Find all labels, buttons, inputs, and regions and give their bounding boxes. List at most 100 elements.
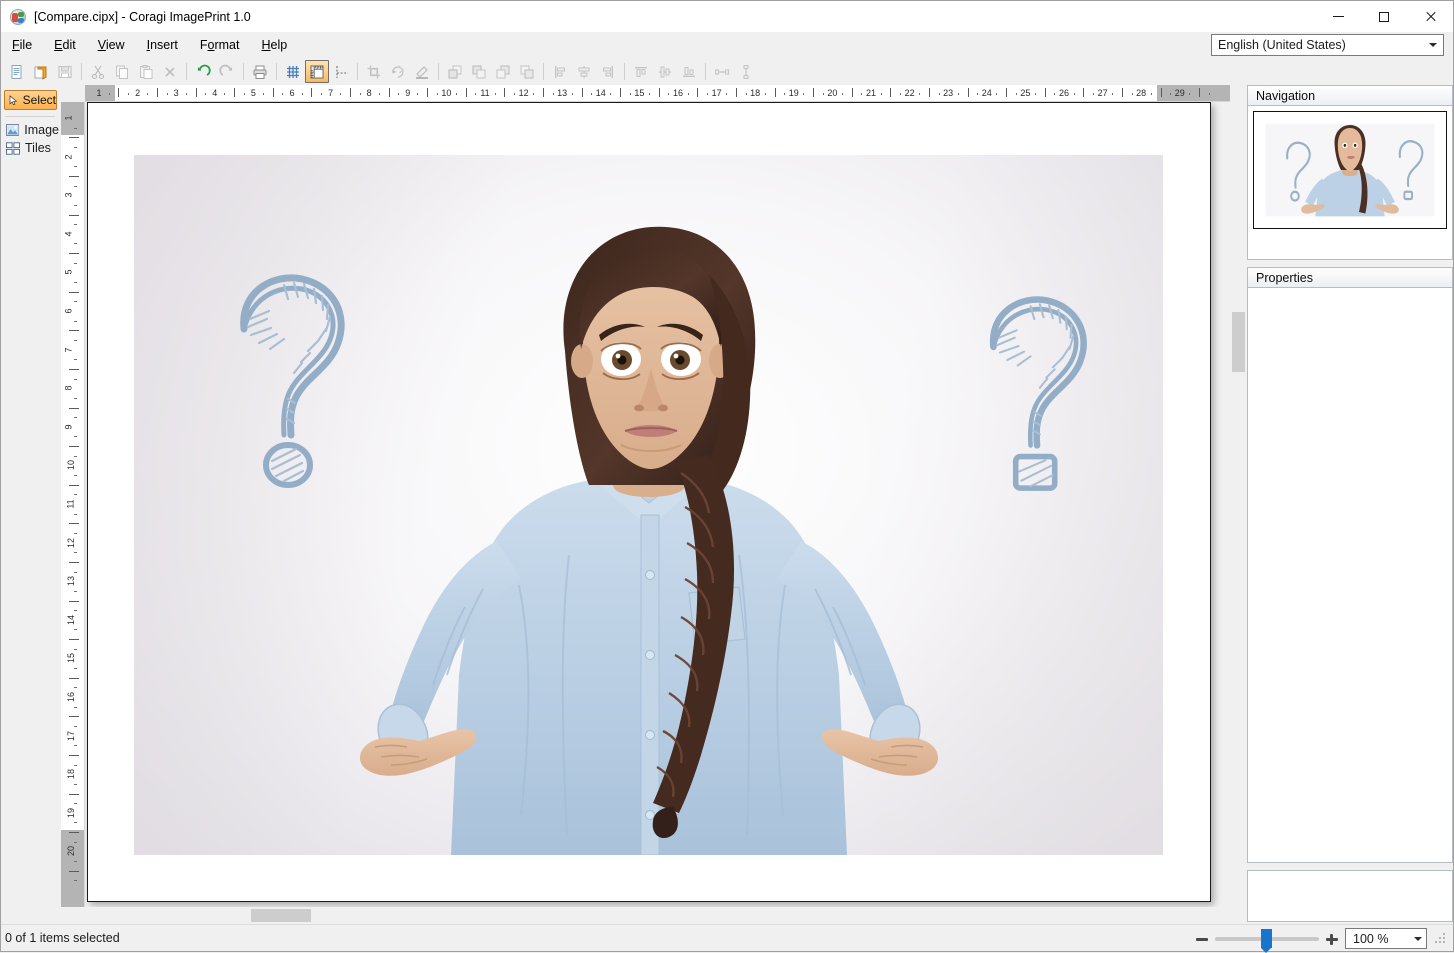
menu-bar: File Edit View Insert Format Help Englis… bbox=[1, 32, 1453, 58]
navigation-panel: Navigation bbox=[1247, 85, 1453, 260]
align-bottom-button[interactable] bbox=[677, 60, 701, 83]
align-center-button[interactable] bbox=[572, 60, 596, 83]
ruler-label: 14 bbox=[595, 88, 606, 98]
undo-button[interactable] bbox=[191, 60, 215, 83]
resize-grip[interactable] bbox=[1435, 932, 1447, 945]
ruler-label: 1 bbox=[63, 115, 74, 121]
tool-tiles[interactable]: Tiles bbox=[1, 139, 61, 157]
crop-button[interactable] bbox=[362, 60, 386, 83]
ruler-subtick bbox=[74, 571, 77, 573]
save-button[interactable] bbox=[53, 60, 77, 83]
ruler-subtick bbox=[706, 93, 708, 95]
menu-edit[interactable]: Edit bbox=[43, 35, 87, 55]
bring-forward-button[interactable] bbox=[467, 60, 491, 83]
show-rulers-button[interactable] bbox=[305, 60, 329, 83]
print-button[interactable] bbox=[248, 60, 272, 83]
ruler-label: 3 bbox=[173, 88, 179, 98]
ruler-tick bbox=[851, 88, 853, 97]
ruler-label: 5 bbox=[63, 269, 74, 275]
zoom-level-select[interactable]: 100 % bbox=[1345, 928, 1427, 949]
ruler-label: 8 bbox=[63, 385, 74, 391]
distribute-horizontal-button[interactable] bbox=[710, 60, 734, 83]
paste-button[interactable] bbox=[134, 60, 158, 83]
send-backward-button[interactable] bbox=[491, 60, 515, 83]
ruler-tick bbox=[349, 88, 351, 97]
menu-help[interactable]: Help bbox=[250, 35, 298, 55]
ruler-tick bbox=[195, 88, 197, 97]
menu-file-label-rest: ile bbox=[19, 38, 33, 52]
properties-panel-body[interactable] bbox=[1247, 287, 1453, 863]
align-left-button[interactable] bbox=[548, 60, 572, 83]
ruler-label: 2 bbox=[63, 154, 74, 160]
effects-button[interactable] bbox=[410, 60, 434, 83]
ruler-subtick bbox=[74, 397, 77, 399]
ruler-tick bbox=[427, 88, 429, 97]
ruler-subtick bbox=[957, 93, 959, 95]
new-document-button[interactable] bbox=[5, 60, 29, 83]
ruler-label: 8 bbox=[366, 88, 372, 98]
horizontal-ruler[interactable]: 1 2 3 4 5 6 7 8 9 10 11 12 13 14 15 16 17 18 19 20 21 22 23 24 2… bbox=[85, 85, 1230, 102]
navigation-thumbnail[interactable] bbox=[1253, 111, 1447, 229]
menu-insert[interactable]: Insert bbox=[136, 35, 189, 55]
horizontal-scrollbar-thumb[interactable] bbox=[251, 909, 311, 922]
horizontal-ruler-row: 1 2 3 4 5 6 7 8 9 10 11 12 13 14 15 16 17 18 19 20 21 22 23 24 2… bbox=[61, 85, 1247, 102]
show-guides-button[interactable] bbox=[329, 60, 353, 83]
align-middle-button[interactable] bbox=[653, 60, 677, 83]
zoom-level-value: 100 % bbox=[1353, 931, 1389, 946]
properties-panel-title: Properties bbox=[1247, 267, 1453, 287]
distribute-vertical-button[interactable] bbox=[734, 60, 758, 83]
properties-panel-footer[interactable] bbox=[1247, 870, 1453, 922]
zoom-slider-handle[interactable] bbox=[1261, 928, 1272, 953]
zoom-slider[interactable] bbox=[1215, 928, 1319, 953]
menu-format[interactable]: Format bbox=[189, 35, 251, 55]
cut-button[interactable] bbox=[86, 60, 110, 83]
minimize-button[interactable] bbox=[1315, 1, 1361, 32]
image-object[interactable] bbox=[134, 155, 1163, 855]
navigation-panel-body[interactable] bbox=[1247, 105, 1453, 260]
tool-image[interactable]: Image bbox=[1, 121, 61, 139]
zoom-out-icon[interactable] bbox=[1195, 932, 1209, 946]
redo-button[interactable] bbox=[215, 60, 239, 83]
align-right-button[interactable] bbox=[596, 60, 620, 83]
bring-to-front-button[interactable] bbox=[443, 60, 467, 83]
copy-button[interactable] bbox=[110, 60, 134, 83]
ruler-tick bbox=[69, 407, 79, 409]
show-grid-button[interactable] bbox=[281, 60, 305, 83]
send-to-back-button[interactable] bbox=[515, 60, 539, 83]
zoom-in-icon[interactable] bbox=[1325, 932, 1339, 946]
select-tool-button[interactable]: Select bbox=[4, 90, 57, 110]
ruler-subtick bbox=[629, 93, 631, 95]
menu-view[interactable]: View bbox=[87, 35, 136, 55]
menu-file[interactable]: File bbox=[1, 35, 43, 55]
ruler-label: 7 bbox=[63, 347, 74, 353]
ruler-subtick bbox=[74, 513, 77, 515]
toolbar-separator bbox=[438, 63, 439, 80]
maximize-button[interactable] bbox=[1361, 1, 1407, 32]
horizontal-scrollbar[interactable] bbox=[61, 907, 1247, 924]
ruler-subtick bbox=[436, 93, 438, 95]
ruler-subtick bbox=[899, 93, 901, 95]
language-select[interactable]: English (United States) bbox=[1211, 34, 1444, 56]
delete-button[interactable] bbox=[158, 60, 182, 83]
ruler-label: 11 bbox=[480, 88, 490, 98]
document-page[interactable] bbox=[87, 102, 1211, 902]
ruler-tick bbox=[388, 88, 390, 97]
toolbar-separator bbox=[705, 63, 706, 80]
align-top-button[interactable] bbox=[629, 60, 653, 83]
open-document-button[interactable] bbox=[29, 60, 53, 83]
vertical-scrollbar-thumb[interactable] bbox=[1232, 312, 1245, 372]
vertical-scrollbar[interactable] bbox=[1230, 102, 1247, 907]
ruler-subtick bbox=[224, 93, 226, 95]
navigation-panel-title: Navigation bbox=[1247, 85, 1453, 105]
ruler-subtick bbox=[74, 494, 77, 496]
ruler-subtick bbox=[74, 224, 77, 226]
ruler-subtick bbox=[803, 93, 805, 95]
rotate-button[interactable] bbox=[386, 60, 410, 83]
close-button[interactable] bbox=[1407, 1, 1453, 32]
canvas-area[interactable] bbox=[85, 102, 1230, 907]
ruler-subtick bbox=[243, 93, 245, 95]
vertical-ruler[interactable]: 1 2 3 4 5 6 7 8 9 10 11 12 13 14 15 16 17 18 19 20 bbox=[61, 102, 85, 907]
ruler-tick bbox=[69, 137, 79, 139]
ruler-subtick bbox=[74, 320, 77, 322]
ruler-tick bbox=[890, 88, 892, 97]
